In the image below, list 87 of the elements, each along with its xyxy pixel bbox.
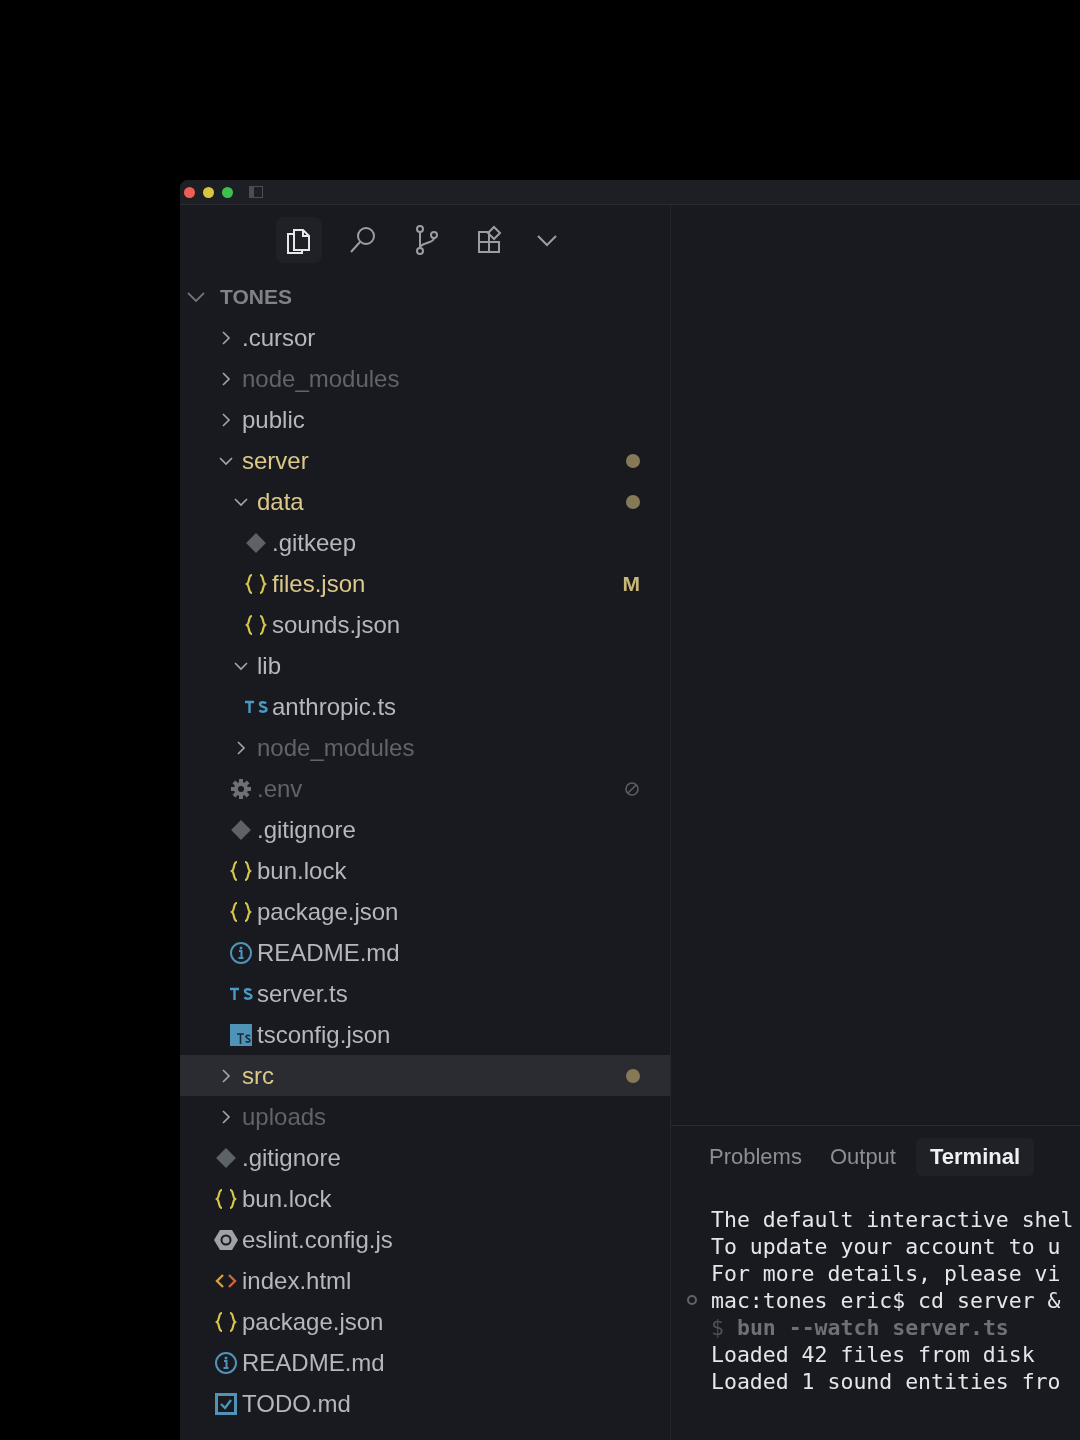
file-row[interactable]: README.md xyxy=(180,932,670,973)
typescript-file-icon xyxy=(230,1023,252,1046)
braces-icon xyxy=(244,613,268,636)
maximize-button[interactable] xyxy=(222,186,233,198)
braces-icon xyxy=(244,572,268,595)
panel-tab[interactable]: Problems xyxy=(701,1138,810,1176)
terminal-line: Loaded 1 sound entities fro xyxy=(711,1369,1061,1394)
terminal-line: The default interactive shel xyxy=(711,1207,1074,1232)
typescript-icon xyxy=(244,698,268,715)
file-name: .gitkeep xyxy=(272,528,357,557)
file-name: sounds.json xyxy=(272,610,401,639)
file-row[interactable]: server.ts xyxy=(180,973,670,1014)
file-name: index.html xyxy=(242,1266,352,1295)
file-name: README.md xyxy=(242,1348,385,1377)
sidebar-toggle-icon[interactable] xyxy=(249,186,263,198)
folder-name: server xyxy=(242,446,309,475)
chevron-down-icon xyxy=(186,290,206,304)
file-name: README.md xyxy=(257,938,400,967)
folder-row[interactable]: data xyxy=(180,481,670,522)
file-name: bun.lock xyxy=(242,1184,332,1213)
file-name: .gitignore xyxy=(242,1143,341,1172)
folder-name: src xyxy=(242,1061,274,1090)
folder-name: node_modules xyxy=(257,733,415,762)
file-row[interactable]: index.html xyxy=(180,1260,670,1301)
file-name: .gitignore xyxy=(257,815,356,844)
folder-name: lib xyxy=(257,651,281,680)
section-title: TONES xyxy=(220,285,292,309)
folder-name: .cursor xyxy=(242,323,316,352)
file-row[interactable]: sounds.json xyxy=(180,604,670,645)
hexagon-icon xyxy=(214,1227,238,1252)
file-name: package.json xyxy=(242,1307,384,1336)
info-icon xyxy=(214,1350,238,1375)
gear-icon xyxy=(230,777,252,800)
file-name: eslint.config.js xyxy=(242,1225,393,1254)
panel-tab[interactable]: Output xyxy=(821,1138,904,1176)
file-name: anthropic.ts xyxy=(272,692,397,721)
terminal-command: bun --watch server.ts xyxy=(736,1315,1009,1340)
chevron-down-icon[interactable] xyxy=(536,233,558,247)
terminal-line: mac:tones eric$ cd server & xyxy=(711,1288,1061,1313)
prompt-sign: $ xyxy=(711,1315,724,1340)
command-status-icon xyxy=(687,1295,697,1305)
file-name: server.ts xyxy=(257,979,348,1008)
braces-icon xyxy=(229,859,253,882)
explorer-tab[interactable] xyxy=(276,217,322,263)
info-icon xyxy=(229,940,253,965)
folder-row[interactable]: server xyxy=(180,440,670,481)
folder-name: public xyxy=(242,405,305,434)
file-row[interactable]: anthropic.ts xyxy=(180,686,670,727)
file-row[interactable]: .gitignore xyxy=(180,1137,670,1178)
minimize-button[interactable] xyxy=(203,186,214,198)
file-name: TODO.md xyxy=(242,1389,351,1418)
terminal-line: Loaded 42 files from disk xyxy=(711,1342,1035,1367)
file-row[interactable]: tsconfig.json xyxy=(180,1014,670,1055)
file-name: tsconfig.json xyxy=(257,1020,391,1049)
folder-name: node_modules xyxy=(242,364,400,393)
file-row[interactable]: .gitkeep xyxy=(180,522,670,563)
modified-label: M xyxy=(622,571,640,596)
folder-row[interactable]: .cursor xyxy=(180,317,670,358)
file-row[interactable]: eslint.config.js xyxy=(180,1219,670,1260)
checkbox-icon xyxy=(215,1392,237,1415)
folder-row[interactable]: public xyxy=(180,399,670,440)
terminal-line: To update your account to u xyxy=(711,1234,1061,1259)
file-name: files.json xyxy=(272,569,366,598)
file-row[interactable]: .gitignore xyxy=(180,809,670,850)
folder-row[interactable]: src xyxy=(180,1055,670,1096)
file-row[interactable]: files.json M xyxy=(180,563,670,604)
braces-icon xyxy=(214,1187,238,1210)
file-row[interactable]: README.md xyxy=(180,1342,670,1383)
section-header[interactable]: TONES xyxy=(180,277,670,317)
folder-name: data xyxy=(257,487,304,516)
file-name: .env xyxy=(257,774,303,803)
file-row[interactable]: package.json xyxy=(180,1301,670,1342)
folder-row[interactable]: lib xyxy=(180,645,670,686)
terminal-line: For more details, please vi xyxy=(711,1261,1061,1286)
braces-icon xyxy=(229,900,253,923)
close-button[interactable] xyxy=(184,186,195,198)
file-row[interactable]: bun.lock xyxy=(180,850,670,891)
file-name: package.json xyxy=(257,897,399,926)
typescript-icon xyxy=(229,985,253,1002)
folder-name: uploads xyxy=(242,1102,327,1131)
braces-icon xyxy=(214,1310,238,1333)
file-row[interactable]: TODO.md xyxy=(180,1383,670,1424)
file-row[interactable]: package.json xyxy=(180,891,670,932)
file-row[interactable]: bun.lock xyxy=(180,1178,670,1219)
panel-tab[interactable]: Terminal xyxy=(915,1138,1035,1176)
file-name: bun.lock xyxy=(257,856,347,885)
code-brackets-icon xyxy=(214,1271,238,1290)
